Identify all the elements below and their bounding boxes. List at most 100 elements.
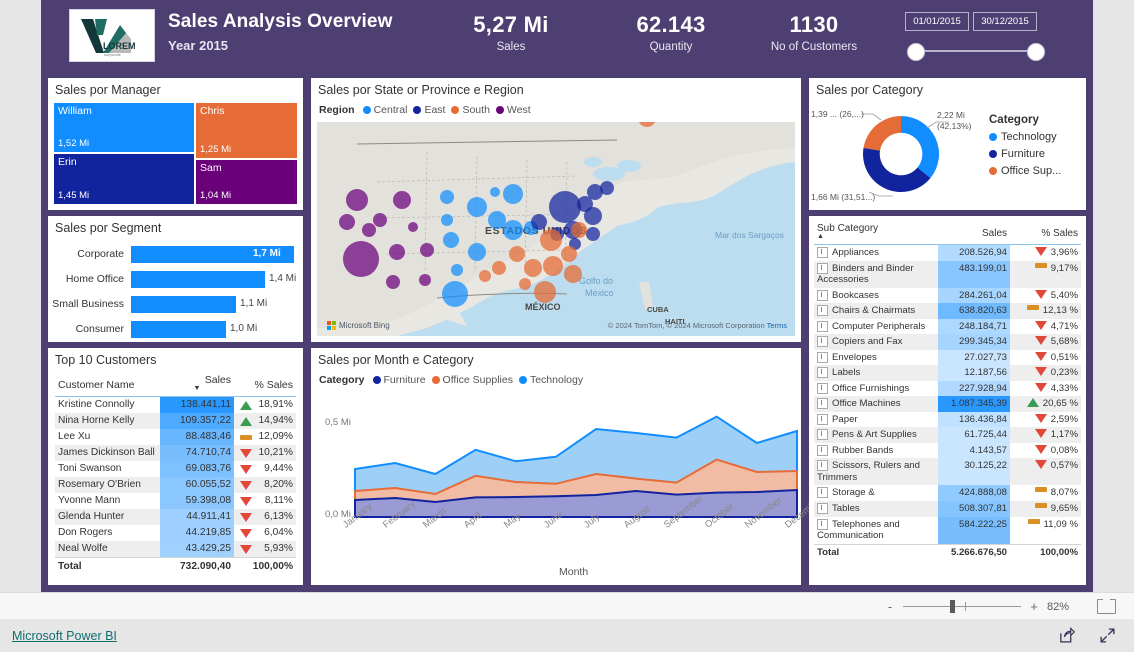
- zoom-in-button[interactable]: +: [1028, 599, 1040, 614]
- legend-item-west[interactable]: West: [495, 104, 531, 116]
- expand-icon[interactable]: [817, 487, 828, 499]
- donut-legend[interactable]: Category Technology Furniture Office Sup…: [989, 114, 1061, 182]
- visual-sub-category-matrix[interactable]: Sub Category ▲ Sales % Sales Appliances 2…: [809, 216, 1086, 585]
- column-header-pct-sales[interactable]: % Sales: [234, 372, 296, 397]
- legend-item-furniture[interactable]: Furniture: [989, 148, 1061, 160]
- table-row[interactable]: Don Rogers 44.219,85 6,04%: [55, 525, 296, 541]
- legend-item-office-supplies[interactable]: Office Sup...: [989, 165, 1061, 177]
- legend-item-office-supplies[interactable]: Office Supplies: [431, 374, 513, 386]
- column-header-sub-category[interactable]: Sub Category ▲: [814, 221, 938, 245]
- legend-item-east[interactable]: East: [413, 104, 445, 116]
- expand-icon[interactable]: [817, 262, 828, 274]
- column-header-customer-name[interactable]: Customer Name: [55, 372, 160, 397]
- expand-icon[interactable]: [817, 247, 828, 258]
- table-row[interactable]: James Dickinson Ball 74.710,74 10,21%: [55, 445, 296, 461]
- power-bi-brand-link[interactable]: Microsoft Power BI: [12, 629, 117, 643]
- table-row[interactable]: Tables 508.307,81 9,65%: [814, 500, 1081, 517]
- bar-fill[interactable]: [131, 321, 226, 338]
- expand-icon[interactable]: [817, 351, 828, 363]
- table-row[interactable]: Lee Xu 88.483,46 12,09%: [55, 429, 296, 445]
- treemap-tile-william[interactable]: William 1,52 Mi: [54, 103, 194, 152]
- treemap-tile-erin[interactable]: Erin 1,45 Mi: [54, 154, 194, 204]
- date-to-input[interactable]: 30/12/2015: [973, 12, 1037, 31]
- treemap-tile-chris[interactable]: Chris 1,25 Mi: [196, 103, 297, 158]
- table-row[interactable]: Copiers and Fax 299.345,34 5,68%: [814, 334, 1081, 350]
- table-row[interactable]: Neal Wolfe 43.429,25 5,93%: [55, 541, 296, 558]
- table-row[interactable]: Office Machines 1.087.345,39 20,65 %: [814, 396, 1081, 412]
- bar-fill[interactable]: [131, 296, 236, 313]
- zoom-control[interactable]: - + 82%: [884, 599, 1077, 614]
- expand-icon[interactable]: [817, 413, 828, 425]
- table-row[interactable]: Paper 136.436,84 2,59%: [814, 411, 1081, 428]
- expand-icon[interactable]: [817, 320, 828, 332]
- table-row[interactable]: Bookcases 284.261,04 5,40%: [814, 287, 1081, 304]
- expand-icon[interactable]: [817, 518, 828, 530]
- map-terms-link[interactable]: Terms: [767, 321, 787, 330]
- date-from-input[interactable]: 01/01/2015: [905, 12, 969, 31]
- area-chart-svg[interactable]: [311, 392, 801, 585]
- date-slider-handle-start[interactable]: [907, 43, 925, 61]
- expand-icon[interactable]: [817, 367, 828, 379]
- legend-item-central[interactable]: Central: [362, 104, 407, 116]
- fullscreen-icon[interactable]: [1099, 627, 1116, 644]
- bar-row[interactable]: Small Business 1,1 Mi: [48, 294, 303, 316]
- visual-sales-per-manager[interactable]: Sales por Manager William 1,52 Mi Chris …: [48, 78, 303, 210]
- date-slider-handle-end[interactable]: [1027, 43, 1045, 61]
- column-header-pct-sales[interactable]: % Sales: [1010, 221, 1081, 245]
- table-row[interactable]: Storage & 424.888,08 8,07%: [814, 485, 1081, 501]
- zoom-slider-track[interactable]: [903, 600, 1021, 613]
- table-row[interactable]: Chairs & Chairmats 638.820,63 12,13 %: [814, 303, 1081, 319]
- date-slider-track[interactable]: [915, 50, 1031, 52]
- donut-chart[interactable]: 2,22 Mi (42,13%) 1,66 Mi (31,51...) 1,39 …: [809, 98, 979, 208]
- share-icon[interactable]: [1058, 627, 1075, 644]
- table-row[interactable]: Yvonne Mann 59.398,08 8,11%: [55, 493, 296, 509]
- expand-icon[interactable]: [817, 289, 828, 301]
- table-top-10-customers[interactable]: Customer Name Sales ▼ % Sales Kristine C…: [55, 372, 296, 575]
- table-row[interactable]: Pens & Art Supplies 61.725,44 1,17%: [814, 427, 1081, 443]
- zoom-slider-thumb[interactable]: [950, 600, 955, 613]
- bar-row[interactable]: Corporate 1,7 Mi: [48, 244, 303, 266]
- expand-icon[interactable]: [817, 502, 828, 514]
- table-row[interactable]: Kristine Connolly 138.441,11 18,91%: [55, 396, 296, 413]
- legend-item-south[interactable]: South: [451, 104, 490, 116]
- table-row[interactable]: Appliances 208.526,94 3,96%: [814, 244, 1081, 261]
- treemap-tile-sam[interactable]: Sam 1,04 Mi: [196, 160, 297, 204]
- bar-fill[interactable]: [131, 271, 265, 288]
- column-header-sales[interactable]: Sales: [938, 221, 1010, 245]
- date-range-slicer[interactable]: 01/01/2015 30/12/2015: [903, 10, 1053, 62]
- line-legend[interactable]: Category Furniture Office Supplies Techn…: [319, 374, 583, 386]
- expand-icon[interactable]: [817, 460, 828, 472]
- visual-sales-per-state-region[interactable]: Sales por State or Province e Region Reg…: [311, 78, 801, 342]
- area-chart[interactable]: 0,5 Mi 0,0 Mi January February March April M…: [311, 392, 824, 585]
- visual-sales-per-category[interactable]: Sales por Category 2,22 Mi (42,13%) 1,66…: [809, 78, 1086, 210]
- expand-icon[interactable]: [817, 336, 828, 348]
- table-row[interactable]: Toni Swanson 69.083,76 9,44%: [55, 461, 296, 477]
- expand-icon[interactable]: [817, 398, 828, 410]
- column-header-sales[interactable]: Sales ▼: [160, 372, 234, 397]
- map-graphic[interactable]: ESTADOS UNIDOS Golfo do México MÉXICO CU…: [317, 122, 795, 336]
- table-row[interactable]: Glenda Hunter 44.911,41 6,13%: [55, 509, 296, 525]
- fit-to-page-icon[interactable]: [1097, 599, 1116, 614]
- table-row[interactable]: Envelopes 27.027,73 0,51%: [814, 349, 1081, 366]
- table-row[interactable]: Rosemary O'Brien 60.055,52 8,20%: [55, 477, 296, 493]
- treemap-manager[interactable]: William 1,52 Mi Chris 1,25 Mi Erin 1,45 …: [54, 103, 297, 204]
- table-sub-category[interactable]: Sub Category ▲ Sales % Sales Appliances 2…: [814, 221, 1081, 561]
- expand-icon[interactable]: [817, 382, 828, 394]
- expand-icon[interactable]: [817, 444, 828, 456]
- table-row[interactable]: Binders and Binder Accessories 483.199,01…: [814, 260, 1081, 288]
- map-legend[interactable]: Region Central East South West: [319, 104, 531, 116]
- visual-sales-per-month-category[interactable]: Sales por Month e Category Category Furn…: [311, 348, 824, 585]
- table-row[interactable]: Office Furnishings 227.928,94 4,33%: [814, 380, 1081, 397]
- bar-row[interactable]: Home Office 1,4 Mi: [48, 269, 303, 291]
- visual-top-10-customers[interactable]: Top 10 Customers Customer Name Sales ▼ %…: [48, 348, 303, 585]
- table-row[interactable]: Nina Horne Kelly 109.357,22 14,94%: [55, 413, 296, 429]
- bar-chart-segment[interactable]: Corporate 1,7 Mi Home Office 1,4 Mi Smal…: [48, 244, 303, 344]
- table-row[interactable]: Labels 12.187,56 0,23%: [814, 365, 1081, 381]
- legend-item-technology[interactable]: Technology: [518, 374, 583, 386]
- legend-item-technology[interactable]: Technology: [989, 131, 1061, 143]
- table-row[interactable]: Telephones and Communication 584.222,25 11…: [814, 516, 1081, 545]
- table-row[interactable]: Computer Peripherals 248.184,71 4,71%: [814, 318, 1081, 335]
- bar-row[interactable]: Consumer 1,0 Mi: [48, 319, 303, 341]
- table-row[interactable]: Rubber Bands 4.143,57 0,08%: [814, 442, 1081, 459]
- visual-sales-per-segment[interactable]: Sales por Segment Corporate 1,7 Mi Home …: [48, 216, 303, 342]
